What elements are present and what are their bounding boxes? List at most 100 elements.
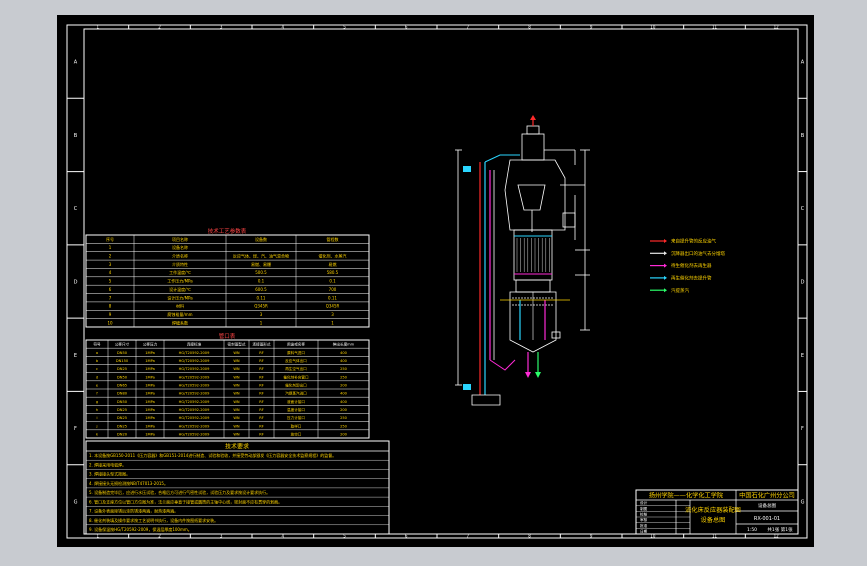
legend-label: 来自提升管的反应油气 xyxy=(671,238,716,245)
process-table-cell: 3 xyxy=(331,312,334,317)
process-table-cell: 易燃 xyxy=(329,261,337,267)
nozzle-table-cell: 400 xyxy=(340,351,348,355)
nozzle-table-cell: HG/T20592-2009 xyxy=(179,351,210,355)
zone-letter-right: A xyxy=(801,60,805,66)
nozzle-table-cell: 1MPa xyxy=(145,400,155,404)
process-table-cell: 600.5 xyxy=(255,287,267,292)
nozzle-table-title: 管口表 xyxy=(219,332,236,340)
process-table-cell: 3 xyxy=(109,262,112,267)
nozzle-table-header: 公称尺寸 xyxy=(115,342,130,347)
nozzle-table-cell: HG/T20592-2009 xyxy=(179,392,210,396)
nozzle-table-cell: WN xyxy=(233,383,240,387)
nozzle-table-header: 密封面型式 xyxy=(228,342,246,347)
title-block-sheet: 共1张 第1张 xyxy=(767,526,793,533)
nozzle-table-cell: DN25 xyxy=(117,408,127,412)
nozzle-table-cell: 1MPa xyxy=(145,424,155,428)
nozzle-table-cell: DN25 xyxy=(117,424,127,428)
title-block-scale: 1:50 xyxy=(747,527,757,533)
zone-letter-right: D xyxy=(801,280,805,286)
nozzle-table-cell: 1MPa xyxy=(145,383,155,387)
zone-number-top: 3 xyxy=(220,25,223,30)
nozzle-table-cell: HG/T20592-2009 xyxy=(179,432,210,436)
tech-req-line: 7. 设备外表面除锈后涂防锈漆两遍，耐热漆两遍。 xyxy=(89,508,178,514)
nozzle-table-cell: WN xyxy=(233,400,240,404)
nozzle-table-cell: 取样口 xyxy=(291,423,302,428)
tech-req-line: 2. 焊接采用电弧焊。 xyxy=(89,461,126,467)
nozzle-table-cell: DN80 xyxy=(117,392,128,396)
process-table-title: 技术工艺参数表 xyxy=(208,227,247,235)
zone-letter-left: G xyxy=(74,499,78,505)
process-table-cell: 易燃、易爆 xyxy=(251,261,271,267)
process-table-cell: 0.1 xyxy=(258,279,265,284)
nozzle-table-cell: 1MPa xyxy=(145,351,155,355)
nozzle-table-cell: HG/T20592-2009 xyxy=(179,375,210,379)
nozzle-table-cell: 400 xyxy=(340,359,348,363)
nozzle-table-cell: 原料气进口 xyxy=(287,350,305,355)
zone-number-top: 6 xyxy=(405,25,408,30)
zone-number-bottom: 8 xyxy=(528,534,531,539)
nozzle-table-cell: j xyxy=(96,424,98,428)
nozzle-table-cell: RF xyxy=(259,416,264,420)
nozzle-table-cell: RF xyxy=(259,432,264,436)
nozzle-table-header: 连接面形式 xyxy=(253,342,271,347)
tech-req-line: 9. 设备保温按HG/T20592-2009，保温层厚度100mm。 xyxy=(89,526,192,532)
process-table-cell: 材料 xyxy=(176,303,184,309)
zone-letter-left: E xyxy=(74,353,77,359)
process-table-cell: 反应气体、烃、汽、油气混合物 xyxy=(233,253,289,259)
nozzle-table-cell: d xyxy=(96,375,98,379)
nozzle-table-header: 伸出长度mm xyxy=(333,342,355,347)
nozzle-table-cell: RF xyxy=(259,367,264,371)
nozzle-table-cell: 1MPa xyxy=(145,408,155,412)
process-table-cell: 3 xyxy=(260,312,263,317)
zone-letter-left: D xyxy=(74,280,78,286)
nozzle-table-cell: 1MPa xyxy=(145,432,155,436)
title-block-drawing-subtitle: 设备总图 xyxy=(701,516,726,524)
process-table-cell: 5 xyxy=(109,279,112,284)
nozzle-table-cell: HG/T20592-2009 xyxy=(179,383,210,387)
zone-number-bottom: 6 xyxy=(405,534,408,539)
title-block-small-label: 审核 xyxy=(640,517,648,522)
nozzle-table-cell: 400 xyxy=(340,392,348,396)
nozzle-table-cell: a xyxy=(96,351,98,355)
nozzle-table-cell: WN xyxy=(233,392,240,396)
nozzle-table-cell: RF xyxy=(259,400,264,404)
zone-number-top: 12 xyxy=(774,25,780,30)
title-block-company: 中国石化广州分公司 xyxy=(739,492,795,500)
title-block-drawing-title: 流化床反应器装配图 xyxy=(685,506,741,514)
process-table-cell: 介质名称 xyxy=(172,253,188,259)
nozzle-table-cell: 催化剂补充管口 xyxy=(283,374,309,379)
legend-label: 沉降器出口的油气去分馏塔 xyxy=(671,250,725,257)
nozzle-table-cell: WN xyxy=(233,416,240,420)
title-block-small-label: 设计 xyxy=(640,500,648,505)
nozzle-table-cell: DN20 xyxy=(117,432,128,436)
nozzle-table-cell: HG/T20592-2009 xyxy=(179,367,210,371)
nozzle-table-cell: 200 xyxy=(340,432,348,436)
nozzle-table-cell: RF xyxy=(259,408,264,412)
process-table-cell: 催化剂、水蒸汽 xyxy=(319,253,347,259)
nozzle-table-cell: h xyxy=(96,408,98,412)
nozzle-table-cell: 1MPa xyxy=(145,392,155,396)
tech-req-line: 4. 焊接接头无损检测按NB/T47013-2015。 xyxy=(89,480,168,486)
nozzle-table-cell: 200 xyxy=(340,383,348,387)
process-table-cell: 1 xyxy=(260,320,263,325)
zone-letter-right: B xyxy=(801,133,805,139)
nozzle-table-cell: RF xyxy=(259,375,264,379)
zone-number-top: 5 xyxy=(343,25,346,30)
nozzle-table-cell: 200 xyxy=(340,408,348,412)
nozzle-table-header: 符号 xyxy=(93,342,101,347)
process-table-cell: 设备名称 xyxy=(172,244,188,250)
title-block-small-label: 制图 xyxy=(640,506,648,511)
process-table-header: 项目名称 xyxy=(172,236,188,242)
process-table-cell: Q345R xyxy=(254,304,268,309)
nozzle-table-cell: 250 xyxy=(340,424,348,428)
zone-number-bottom: 9 xyxy=(590,534,593,539)
nozzle-table-cell: DN65 xyxy=(117,383,127,387)
nozzle-table-cell: DN50 xyxy=(117,375,128,379)
zone-number-top: 10 xyxy=(650,25,656,30)
process-table-header: 设备数 xyxy=(255,236,267,242)
cad-viewport: 1 2 3 4 5 6 7 8 9 10 11 12 1 2 3 4 5 6 7 8 9 10 11 12 ABCDEFG … xyxy=(0,0,867,562)
zone-number-top: 2 xyxy=(158,25,161,30)
title-block-scale-right: 设备总图 xyxy=(758,502,776,509)
nozzle-table-cell: HG/T20592-2009 xyxy=(179,359,210,363)
nozzle-table-cell: 放空口 xyxy=(291,431,302,436)
